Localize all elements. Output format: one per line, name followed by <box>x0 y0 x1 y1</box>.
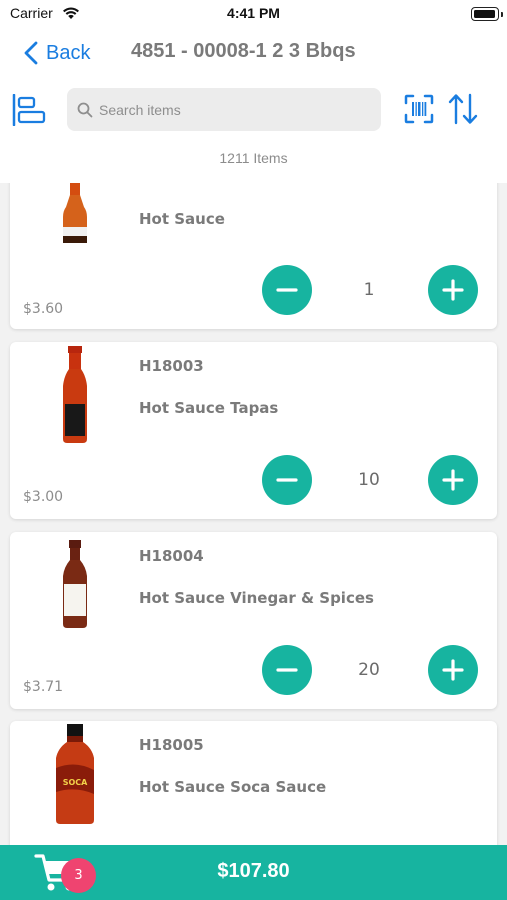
product-card[interactable]: SOCA H18005 Hot Sauce Soca Sauce <box>10 721 497 845</box>
product-price: $3.71 <box>23 679 64 695</box>
product-name: Hot Sauce Vinegar & Spices <box>139 589 374 607</box>
product-name: Hot Sauce Tapas <box>139 399 279 417</box>
plus-icon <box>442 279 464 301</box>
product-price: $3.00 <box>23 489 64 505</box>
back-label: Back <box>46 41 91 64</box>
minus-icon <box>276 668 298 672</box>
product-list[interactable]: Hot Sauce 1 $3.60 H18003 Hot Sauce Tapas… <box>0 183 507 845</box>
product-price: $3.60 <box>23 301 64 317</box>
product-sku: H18003 <box>139 357 204 375</box>
minus-icon <box>276 478 298 482</box>
product-image <box>63 540 87 628</box>
clock: 4:41 PM <box>227 5 280 21</box>
product-sku: H18004 <box>139 547 204 565</box>
items-count: 1211 Items <box>219 150 288 166</box>
quantity-value: 20 <box>358 660 380 680</box>
decrease-quantity-button[interactable] <box>262 265 312 315</box>
plus-icon <box>442 659 464 681</box>
search-bar[interactable] <box>67 88 381 131</box>
quantity-value: 10 <box>358 470 380 490</box>
product-card[interactable]: H18003 Hot Sauce Tapas 10 $3.00 <box>10 342 497 519</box>
barcode-scan-icon[interactable] <box>404 94 434 124</box>
cart-bar[interactable]: 3 $107.80 <box>0 845 507 900</box>
header: Back 4851 - 00008-1 2 3 Bbqs 1211 Items <box>0 28 507 183</box>
minus-icon <box>276 288 298 292</box>
plus-icon <box>442 469 464 491</box>
back-button[interactable]: Back <box>24 40 90 66</box>
page-title: 4851 - 00008-1 2 3 Bbqs <box>131 40 356 62</box>
bottle-label-text: SOCA <box>63 778 88 787</box>
product-card[interactable]: H18004 Hot Sauce Vinegar & Spices 20 $3.… <box>10 532 497 709</box>
search-icon <box>77 102 93 117</box>
product-image <box>63 183 87 243</box>
cart-total: $107.80 <box>217 860 290 882</box>
product-sku: H18005 <box>139 736 204 754</box>
product-image: SOCA <box>56 724 94 824</box>
product-card[interactable]: Hot Sauce 1 $3.60 <box>10 183 497 329</box>
layout-toggle-icon[interactable] <box>12 94 46 126</box>
product-image <box>63 346 87 443</box>
increase-quantity-button[interactable] <box>428 645 478 695</box>
decrease-quantity-button[interactable] <box>262 645 312 695</box>
chevron-left-icon <box>24 41 38 65</box>
search-input[interactable] <box>99 101 379 118</box>
increase-quantity-button[interactable] <box>428 455 478 505</box>
status-bar: Carrier 4:41 PM <box>0 0 507 28</box>
product-name: Hot Sauce Soca Sauce <box>139 778 327 796</box>
battery-icon <box>471 7 503 21</box>
quantity-value: 1 <box>363 280 375 300</box>
decrease-quantity-button[interactable] <box>262 455 312 505</box>
sort-icon[interactable] <box>448 93 478 125</box>
increase-quantity-button[interactable] <box>428 265 478 315</box>
product-name: Hot Sauce <box>139 210 225 228</box>
